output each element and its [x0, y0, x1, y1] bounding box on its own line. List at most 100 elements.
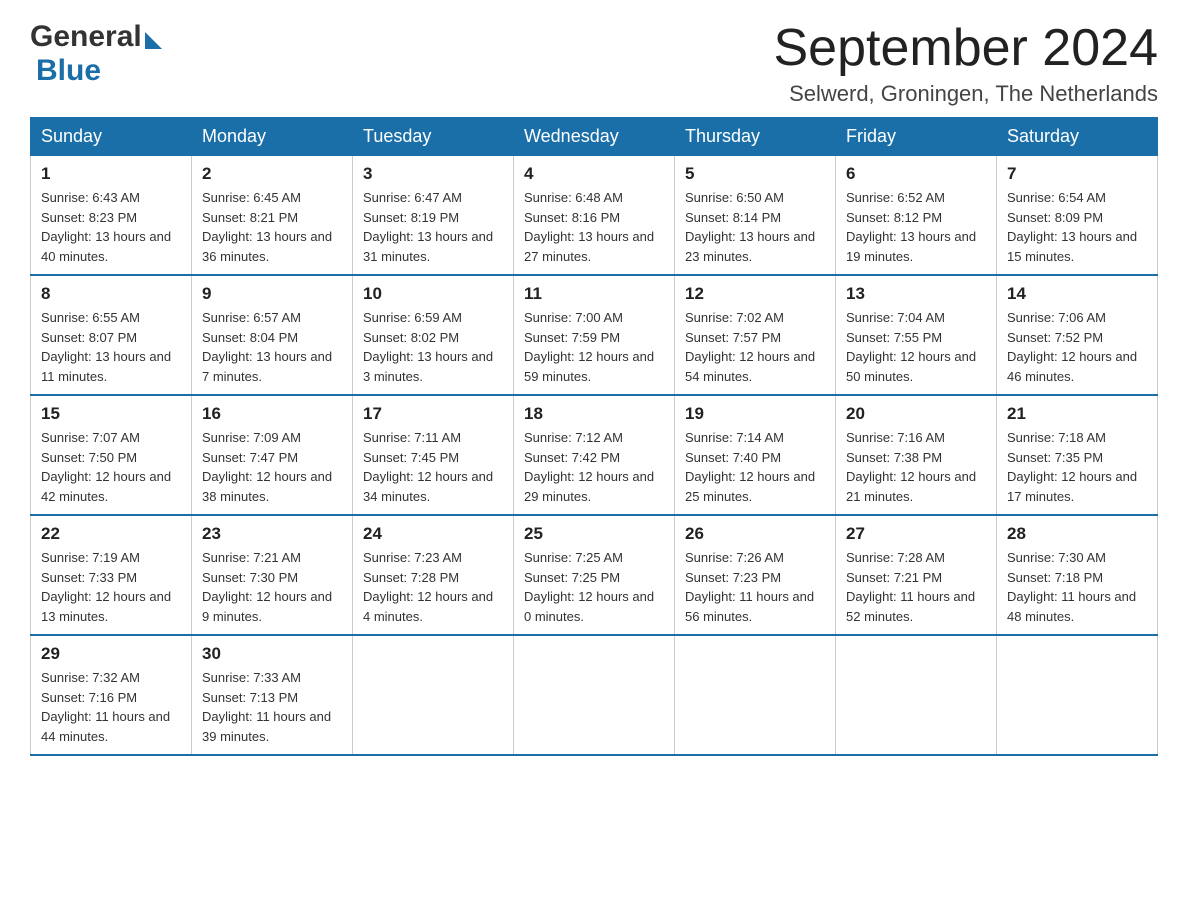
- calendar-cell: 28 Sunrise: 7:30 AMSunset: 7:18 PMDayligh…: [997, 515, 1158, 635]
- day-number: 8: [41, 284, 181, 304]
- day-info: Sunrise: 7:07 AMSunset: 7:50 PMDaylight:…: [41, 428, 181, 506]
- calendar-cell: 26 Sunrise: 7:26 AMSunset: 7:23 PMDayligh…: [675, 515, 836, 635]
- day-number: 5: [685, 164, 825, 184]
- calendar-cell: 5 Sunrise: 6:50 AMSunset: 8:14 PMDaylight…: [675, 156, 836, 276]
- day-info: Sunrise: 6:59 AMSunset: 8:02 PMDaylight:…: [363, 308, 503, 386]
- calendar-cell: 10 Sunrise: 6:59 AMSunset: 8:02 PMDayligh…: [353, 275, 514, 395]
- day-number: 15: [41, 404, 181, 424]
- day-number: 28: [1007, 524, 1147, 544]
- day-info: Sunrise: 7:30 AMSunset: 7:18 PMDaylight:…: [1007, 548, 1147, 626]
- day-number: 26: [685, 524, 825, 544]
- calendar-cell: 6 Sunrise: 6:52 AMSunset: 8:12 PMDaylight…: [836, 156, 997, 276]
- day-info: Sunrise: 7:19 AMSunset: 7:33 PMDaylight:…: [41, 548, 181, 626]
- day-info: Sunrise: 6:47 AMSunset: 8:19 PMDaylight:…: [363, 188, 503, 266]
- day-info: Sunrise: 7:14 AMSunset: 7:40 PMDaylight:…: [685, 428, 825, 506]
- day-info: Sunrise: 7:21 AMSunset: 7:30 PMDaylight:…: [202, 548, 342, 626]
- calendar-cell: 21Sunrise: 7:18 AMSunset: 7:35 PMDayligh…: [997, 395, 1158, 515]
- day-info: Sunrise: 7:11 AMSunset: 7:45 PMDaylight:…: [363, 428, 503, 506]
- calendar-cell: 1 Sunrise: 6:43 AMSunset: 8:23 PMDaylight…: [31, 156, 192, 276]
- day-number: 23: [202, 524, 342, 544]
- day-number: 6: [846, 164, 986, 184]
- day-number: 19: [685, 404, 825, 424]
- day-number: 10: [363, 284, 503, 304]
- day-number: 12: [685, 284, 825, 304]
- logo: General Blue: [30, 20, 162, 88]
- day-info: Sunrise: 7:33 AMSunset: 7:13 PMDaylight:…: [202, 668, 342, 746]
- day-info: Sunrise: 6:52 AMSunset: 8:12 PMDaylight:…: [846, 188, 986, 266]
- page-header: General Blue September 2024 Selwerd, Gro…: [30, 20, 1158, 107]
- col-tuesday: Tuesday: [353, 118, 514, 156]
- day-number: 20: [846, 404, 986, 424]
- day-info: Sunrise: 7:25 AMSunset: 7:25 PMDaylight:…: [524, 548, 664, 626]
- day-number: 27: [846, 524, 986, 544]
- logo-triangle-icon: [145, 32, 162, 49]
- week-row-3: 15 Sunrise: 7:07 AMSunset: 7:50 PMDayligh…: [31, 395, 1158, 515]
- col-monday: Monday: [192, 118, 353, 156]
- calendar-cell: 24Sunrise: 7:23 AMSunset: 7:28 PMDayligh…: [353, 515, 514, 635]
- day-number: 29: [41, 644, 181, 664]
- calendar-cell: 12 Sunrise: 7:02 AMSunset: 7:57 PMDayligh…: [675, 275, 836, 395]
- calendar-cell: 16 Sunrise: 7:09 AMSunset: 7:47 PMDayligh…: [192, 395, 353, 515]
- calendar-cell: [997, 635, 1158, 755]
- calendar-cell: 2 Sunrise: 6:45 AMSunset: 8:21 PMDaylight…: [192, 156, 353, 276]
- day-info: Sunrise: 7:04 AMSunset: 7:55 PMDaylight:…: [846, 308, 986, 386]
- day-info: Sunrise: 7:26 AMSunset: 7:23 PMDaylight:…: [685, 548, 825, 626]
- logo-general-text: General: [30, 20, 142, 54]
- calendar-cell: 25Sunrise: 7:25 AMSunset: 7:25 PMDayligh…: [514, 515, 675, 635]
- col-sunday: Sunday: [31, 118, 192, 156]
- calendar-cell: 4 Sunrise: 6:48 AMSunset: 8:16 PMDaylight…: [514, 156, 675, 276]
- day-info: Sunrise: 7:09 AMSunset: 7:47 PMDaylight:…: [202, 428, 342, 506]
- day-number: 17: [363, 404, 503, 424]
- calendar-table: Sunday Monday Tuesday Wednesday Thursday…: [30, 117, 1158, 756]
- calendar-cell: 13 Sunrise: 7:04 AMSunset: 7:55 PMDayligh…: [836, 275, 997, 395]
- day-info: Sunrise: 7:12 AMSunset: 7:42 PMDaylight:…: [524, 428, 664, 506]
- week-row-5: 29 Sunrise: 7:32 AMSunset: 7:16 PMDayligh…: [31, 635, 1158, 755]
- day-number: 21: [1007, 404, 1147, 424]
- calendar-cell: 20 Sunrise: 7:16 AMSunset: 7:38 PMDayligh…: [836, 395, 997, 515]
- week-row-4: 22 Sunrise: 7:19 AMSunset: 7:33 PMDayligh…: [31, 515, 1158, 635]
- calendar-cell: 15 Sunrise: 7:07 AMSunset: 7:50 PMDayligh…: [31, 395, 192, 515]
- day-number: 13: [846, 284, 986, 304]
- day-info: Sunrise: 7:28 AMSunset: 7:21 PMDaylight:…: [846, 548, 986, 626]
- day-number: 22: [41, 524, 181, 544]
- location-subtitle: Selwerd, Groningen, The Netherlands: [774, 81, 1159, 107]
- calendar-cell: 14 Sunrise: 7:06 AMSunset: 7:52 PMDayligh…: [997, 275, 1158, 395]
- col-friday: Friday: [836, 118, 997, 156]
- calendar-cell: [675, 635, 836, 755]
- day-info: Sunrise: 7:16 AMSunset: 7:38 PMDaylight:…: [846, 428, 986, 506]
- day-number: 30: [202, 644, 342, 664]
- day-info: Sunrise: 6:55 AMSunset: 8:07 PMDaylight:…: [41, 308, 181, 386]
- calendar-cell: 11Sunrise: 7:00 AMSunset: 7:59 PMDayligh…: [514, 275, 675, 395]
- day-info: Sunrise: 7:32 AMSunset: 7:16 PMDaylight:…: [41, 668, 181, 746]
- week-row-1: 1 Sunrise: 6:43 AMSunset: 8:23 PMDaylight…: [31, 156, 1158, 276]
- day-info: Sunrise: 6:57 AMSunset: 8:04 PMDaylight:…: [202, 308, 342, 386]
- day-number: 9: [202, 284, 342, 304]
- day-info: Sunrise: 6:50 AMSunset: 8:14 PMDaylight:…: [685, 188, 825, 266]
- day-number: 2: [202, 164, 342, 184]
- day-number: 16: [202, 404, 342, 424]
- calendar-cell: 27 Sunrise: 7:28 AMSunset: 7:21 PMDayligh…: [836, 515, 997, 635]
- calendar-cell: 29 Sunrise: 7:32 AMSunset: 7:16 PMDayligh…: [31, 635, 192, 755]
- calendar-cell: 8 Sunrise: 6:55 AMSunset: 8:07 PMDaylight…: [31, 275, 192, 395]
- col-wednesday: Wednesday: [514, 118, 675, 156]
- day-number: 7: [1007, 164, 1147, 184]
- title-section: September 2024 Selwerd, Groningen, The N…: [774, 20, 1159, 107]
- calendar-cell: 22 Sunrise: 7:19 AMSunset: 7:33 PMDayligh…: [31, 515, 192, 635]
- col-saturday: Saturday: [997, 118, 1158, 156]
- day-info: Sunrise: 7:00 AMSunset: 7:59 PMDaylight:…: [524, 308, 664, 386]
- day-info: Sunrise: 7:02 AMSunset: 7:57 PMDaylight:…: [685, 308, 825, 386]
- calendar-cell: 19 Sunrise: 7:14 AMSunset: 7:40 PMDayligh…: [675, 395, 836, 515]
- calendar-cell: [836, 635, 997, 755]
- calendar-cell: 30 Sunrise: 7:33 AMSunset: 7:13 PMDayligh…: [192, 635, 353, 755]
- day-info: Sunrise: 7:06 AMSunset: 7:52 PMDaylight:…: [1007, 308, 1147, 386]
- day-info: Sunrise: 6:45 AMSunset: 8:21 PMDaylight:…: [202, 188, 342, 266]
- day-number: 4: [524, 164, 664, 184]
- day-number: 1: [41, 164, 181, 184]
- calendar-cell: 17 Sunrise: 7:11 AMSunset: 7:45 PMDayligh…: [353, 395, 514, 515]
- day-info: Sunrise: 6:43 AMSunset: 8:23 PMDaylight:…: [41, 188, 181, 266]
- day-number: 14: [1007, 284, 1147, 304]
- calendar-cell: 3 Sunrise: 6:47 AMSunset: 8:19 PMDaylight…: [353, 156, 514, 276]
- day-info: Sunrise: 6:48 AMSunset: 8:16 PMDaylight:…: [524, 188, 664, 266]
- day-number: 3: [363, 164, 503, 184]
- calendar-cell: 23 Sunrise: 7:21 AMSunset: 7:30 PMDayligh…: [192, 515, 353, 635]
